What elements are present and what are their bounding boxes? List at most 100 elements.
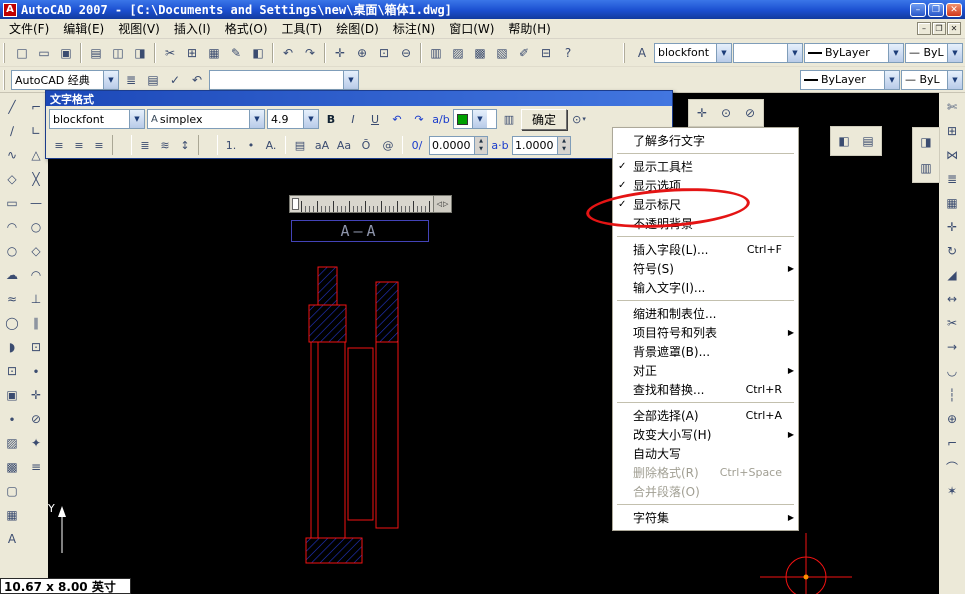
- color-combo[interactable]: ByLayer: [800, 69, 900, 90]
- context-menu-item[interactable]: [617, 300, 794, 301]
- context-menu-item[interactable]: 符号(S): [614, 259, 797, 278]
- context-menu-item[interactable]: 了解多行文字: [614, 131, 797, 150]
- tool-button[interactable]: ▧: [491, 42, 513, 64]
- context-menu-item[interactable]: 删除格式(R) Ctrl+Space: [614, 463, 797, 482]
- toolbar-grip[interactable]: [3, 42, 8, 63]
- tool-button[interactable]: ◨: [129, 42, 151, 64]
- lowercase-button[interactable]: Aa: [334, 135, 354, 155]
- stack-button[interactable]: a/b: [431, 109, 451, 129]
- tool-button[interactable]: ⊘: [25, 407, 47, 431]
- menu-item[interactable]: 窗口(W): [442, 18, 501, 39]
- tool-button[interactable]: ✎: [225, 42, 247, 64]
- chevron-down-icon[interactable]: [884, 70, 899, 89]
- context-menu-item[interactable]: 对正: [614, 361, 797, 380]
- toolbar-grip[interactable]: [3, 69, 8, 90]
- tool-button[interactable]: ?: [557, 42, 579, 64]
- tool-button[interactable]: ⊞: [181, 42, 203, 64]
- linetype-control-combo[interactable]: — ByL: [905, 42, 963, 63]
- tool-button[interactable]: ⊙: [714, 101, 738, 125]
- tool-button[interactable]: ✛: [329, 42, 351, 64]
- linetype-combo[interactable]: — ByL: [901, 69, 963, 90]
- menu-item[interactable]: 格式(O): [218, 18, 275, 39]
- mdi-restore-button[interactable]: ❐: [932, 22, 946, 35]
- tool-button[interactable]: ⌒: [941, 455, 963, 479]
- spin-down-icon[interactable]: [475, 145, 487, 154]
- tracking-spinner[interactable]: 1.0000: [512, 135, 571, 155]
- menu-item[interactable]: 编辑(E): [56, 18, 111, 39]
- tool-button[interactable]: ⊕: [941, 407, 963, 431]
- tool-button[interactable]: ⊕: [351, 42, 373, 64]
- tool-button[interactable]: ▢: [1, 479, 23, 503]
- tool-button[interactable]: ↶: [277, 42, 299, 64]
- menu-item[interactable]: 插入(I): [167, 18, 218, 39]
- chevron-down-icon[interactable]: [947, 70, 962, 89]
- context-menu-item[interactable]: 背景遮罩(B)...: [614, 342, 797, 361]
- context-menu-item[interactable]: 查找和替换... Ctrl+R: [614, 380, 797, 399]
- context-menu-item[interactable]: 缩进和制表位...: [614, 304, 797, 323]
- menu-item[interactable]: 工具(T): [275, 18, 330, 39]
- tool-button[interactable]: ⊞: [941, 119, 963, 143]
- tool-button[interactable]: ✐: [513, 42, 535, 64]
- menu-item[interactable]: 标注(N): [386, 18, 442, 39]
- tool-button[interactable]: ⌐: [25, 95, 47, 119]
- context-menu-item[interactable]: [617, 236, 794, 237]
- tool-button[interactable]: ⊟: [535, 42, 557, 64]
- toolbar-grip[interactable]: [623, 42, 628, 63]
- tool-button[interactable]: ↻: [941, 239, 963, 263]
- layer-combo[interactable]: [209, 69, 359, 90]
- tool-button[interactable]: ╱: [1, 95, 23, 119]
- tool-button[interactable]: ▨: [447, 42, 469, 64]
- tool-button[interactable]: ◗: [1, 335, 23, 359]
- tool-button[interactable]: ▩: [1, 455, 23, 479]
- tool-button[interactable]: [324, 42, 326, 63]
- tool-button[interactable]: ∟: [25, 119, 47, 143]
- tool-button[interactable]: ▣: [55, 42, 77, 64]
- close-button[interactable]: ✕: [946, 2, 962, 17]
- tool-button[interactable]: ▭: [33, 42, 55, 64]
- tool-button[interactable]: [420, 42, 422, 63]
- tool-button[interactable]: ✂: [941, 311, 963, 335]
- tool-button[interactable]: A: [1, 527, 23, 551]
- chevron-down-icon[interactable]: [716, 43, 731, 62]
- context-menu-item[interactable]: 显示标尺: [614, 195, 797, 214]
- tool-button[interactable]: ⊡: [1, 359, 23, 383]
- text-style-combo[interactable]: blockfont: [654, 42, 732, 63]
- options-button[interactable]: ⊙ ▾: [569, 109, 589, 129]
- tool-button[interactable]: ∿: [1, 143, 23, 167]
- mdi-close-button[interactable]: ✕: [947, 22, 961, 35]
- tool-button[interactable]: ✄: [941, 95, 963, 119]
- tool-button[interactable]: [198, 135, 218, 155]
- insert-field-button[interactable]: ▤: [290, 135, 310, 155]
- tool-button[interactable]: ∕: [1, 119, 23, 143]
- tool-button[interactable]: △: [25, 143, 47, 167]
- spin-up-icon[interactable]: [475, 137, 487, 146]
- tool-button[interactable]: ▤: [856, 128, 880, 154]
- context-menu-item[interactable]: 项目符号和列表: [614, 323, 797, 342]
- context-menu-item[interactable]: 显示选项: [614, 176, 797, 195]
- tool-button[interactable]: ▤: [85, 42, 107, 64]
- tool-button[interactable]: ≡: [69, 135, 89, 155]
- context-menu-item[interactable]: 自动大写: [614, 444, 797, 463]
- bold-button[interactable]: B: [321, 109, 341, 129]
- tool-button[interactable]: [272, 42, 274, 63]
- spell-check-button[interactable]: A: [631, 42, 653, 64]
- tool-button[interactable]: —: [25, 191, 47, 215]
- tool-button[interactable]: ✛: [690, 101, 714, 125]
- tool-button[interactable]: ◠: [1, 215, 23, 239]
- tool-button[interactable]: ⊡: [373, 42, 395, 64]
- tool-button[interactable]: ▥: [914, 155, 938, 181]
- context-menu-item[interactable]: [617, 504, 794, 505]
- tool-button[interactable]: ◇: [25, 239, 47, 263]
- ok-button[interactable]: 确定: [521, 108, 568, 130]
- tool-button[interactable]: ∥: [25, 311, 47, 335]
- tool-button[interactable]: ◢: [941, 263, 963, 287]
- tool-button[interactable]: ▭: [1, 191, 23, 215]
- tool-button[interactable]: ≋: [155, 135, 175, 155]
- tracking-value[interactable]: 1.0000: [512, 135, 558, 155]
- context-menu-item[interactable]: 全部选择(A) Ctrl+A: [614, 406, 797, 425]
- tool-button[interactable]: ▦: [941, 191, 963, 215]
- ruler-toggle-button[interactable]: ▥: [499, 109, 519, 129]
- color-control-combo[interactable]: ByLayer: [804, 42, 904, 63]
- text-color-combo[interactable]: [453, 109, 497, 129]
- overline-button[interactable]: Ō: [356, 135, 376, 155]
